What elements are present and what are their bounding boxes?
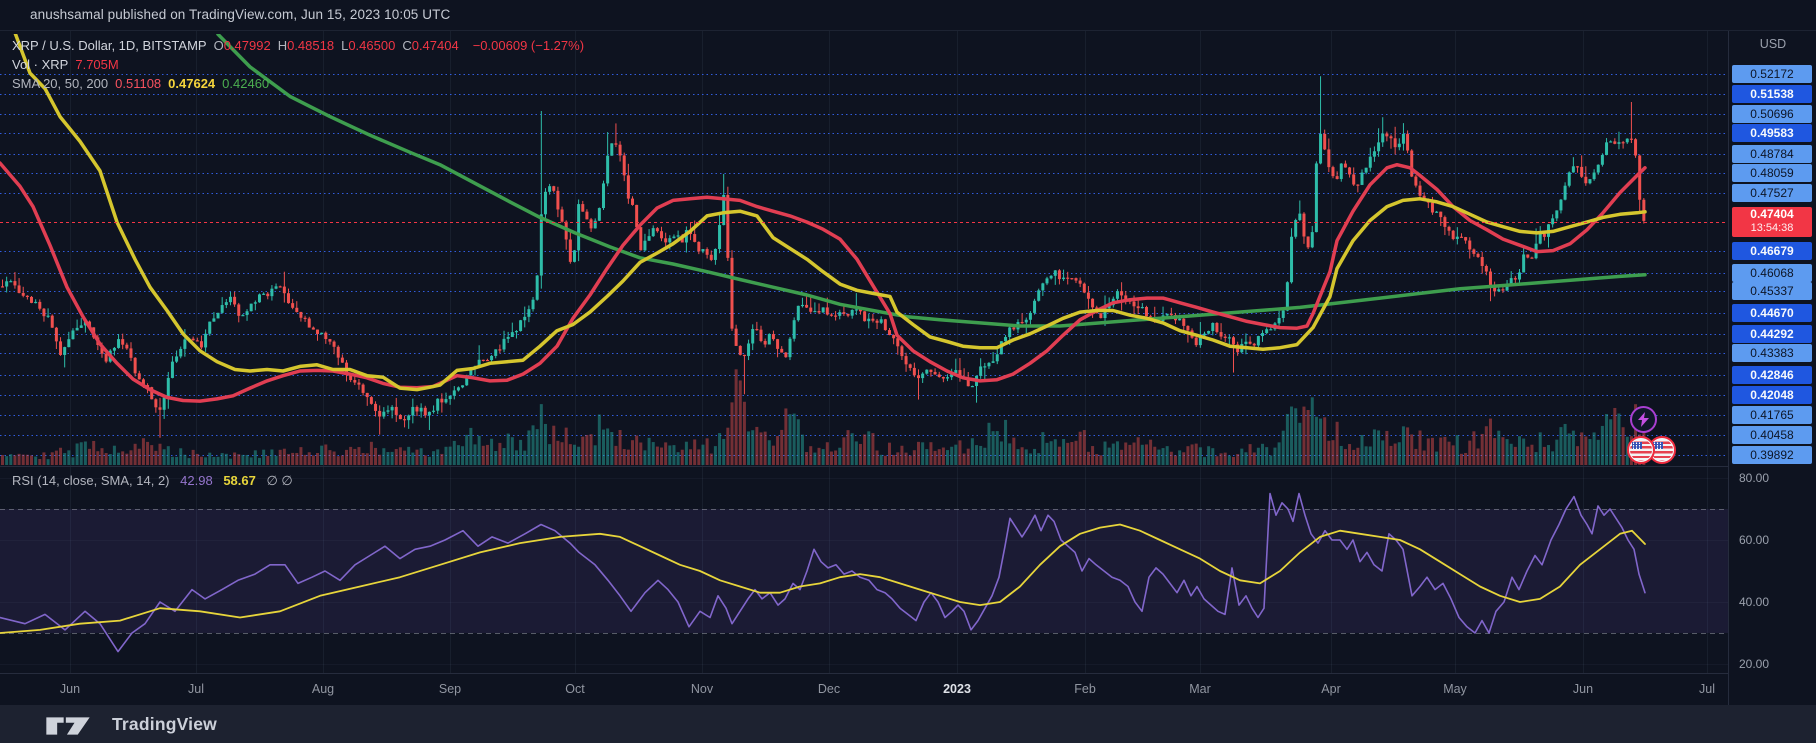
lightning-bolt-glyph bbox=[1637, 412, 1650, 427]
price-level-label: 0.48784 bbox=[1732, 145, 1812, 163]
candles bbox=[1, 76, 1645, 437]
time-axis-label: Jul bbox=[1699, 682, 1715, 696]
rsi-scale-label: 40.00 bbox=[1739, 594, 1809, 610]
price-level-label: 0.51538 bbox=[1732, 85, 1812, 103]
sma-value: 0.51108 bbox=[115, 76, 161, 91]
time-axis-label: 2023 bbox=[943, 682, 971, 696]
time-axis-label: Jun bbox=[60, 682, 80, 696]
current-price-label: 0.47404 13:54:38 bbox=[1732, 207, 1812, 237]
volume-bars bbox=[1, 369, 1645, 465]
rsi-sma-value: 58.67 bbox=[223, 473, 256, 488]
price-level-label: 0.44292 bbox=[1732, 325, 1812, 343]
rsi-scale-label: 80.00 bbox=[1739, 470, 1809, 486]
ohlc-values: O0.47992H0.48518L0.46500C0.47404 bbox=[214, 38, 466, 53]
price-level-label: 0.40458 bbox=[1732, 426, 1812, 444]
current-price-value: 0.47404 bbox=[1732, 207, 1812, 222]
price-level-label: 0.47527 bbox=[1732, 184, 1812, 202]
price-scale[interactable]: USD 0.521720.515380.506960.495830.487840… bbox=[1728, 31, 1816, 706]
price-level-label: 0.42048 bbox=[1732, 386, 1812, 404]
price-level-label: 0.43383 bbox=[1732, 344, 1812, 362]
price-level-label: 0.46068 bbox=[1732, 264, 1812, 282]
price-level-label: 0.44670 bbox=[1732, 304, 1812, 322]
change-value: −0.00609 (−1.27%) bbox=[473, 38, 584, 53]
rsi-legend-row: RSI (14, close, SMA, 14, 2) 42.98 58.67 … bbox=[12, 473, 300, 489]
symbol-title: XRP / U.S. Dollar, 1D, BITSTAMP bbox=[12, 38, 207, 53]
rsi-scale-label: 60.00 bbox=[1739, 532, 1809, 548]
ohlc-key: H bbox=[278, 38, 287, 53]
time-axis-label: Jul bbox=[188, 682, 204, 696]
time-axis-label: Oct bbox=[565, 682, 584, 696]
time-axis-label: Dec bbox=[818, 682, 840, 696]
price-level-label: 0.39892 bbox=[1732, 446, 1812, 464]
ohlc-value: 0.46500 bbox=[348, 38, 395, 53]
flag-canton bbox=[1632, 442, 1642, 449]
tradingview-published-chart: anushsamal published on TradingView.com,… bbox=[0, 0, 1816, 743]
candle-countdown: 13:54:38 bbox=[1732, 222, 1812, 237]
tradingview-brand-link[interactable]: TradingView bbox=[112, 714, 217, 735]
time-axis-label: Jun bbox=[1573, 682, 1593, 696]
time-axis-label: Apr bbox=[1321, 682, 1340, 696]
price-scale-currency: USD bbox=[1729, 37, 1816, 55]
time-axis-label: Nov bbox=[691, 682, 713, 696]
symbol-legend-row: XRP / U.S. Dollar, 1D, BITSTAMP O0.47992 H… bbox=[12, 38, 591, 53]
volume-label: Vol · XRP bbox=[12, 57, 68, 72]
ohlc-value: 0.48518 bbox=[287, 38, 334, 53]
sma-value: 0.47624 bbox=[168, 76, 215, 91]
ohlc-key: C bbox=[402, 38, 411, 53]
time-axis-label: Mar bbox=[1189, 682, 1211, 696]
rsi-label: RSI (14, close, SMA, 14, 2) bbox=[12, 473, 170, 488]
price-level-label: 0.49583 bbox=[1732, 124, 1812, 142]
volume-value: 7.705M bbox=[75, 57, 118, 72]
rsi-empty-values: ∅ ∅ bbox=[266, 473, 292, 488]
time-axis-label: Feb bbox=[1074, 682, 1096, 696]
time-axis[interactable]: Jun Jul Aug Sep Oct Nov Dec 2023 Feb Mar Apr May Jun… bbox=[0, 673, 1728, 707]
time-axis-label: Aug bbox=[312, 682, 334, 696]
ohlc-value: 0.47404 bbox=[412, 38, 459, 53]
event-us-flag-icon-1[interactable] bbox=[1627, 436, 1655, 464]
price-level-label: 0.52172 bbox=[1732, 65, 1812, 83]
price-level-label: 0.45337 bbox=[1732, 282, 1812, 300]
time-axis-label: May bbox=[1443, 682, 1467, 696]
chart-area[interactable]: XRP / U.S. Dollar, 1D, BITSTAMP O0.47992 H… bbox=[0, 30, 1816, 706]
sma-label: SMA 20, 50, 200 bbox=[12, 76, 108, 91]
sma-value: 0.42460 bbox=[222, 76, 269, 91]
price-level-label: 0.50696 bbox=[1732, 105, 1812, 123]
footer-bar: TradingView bbox=[0, 705, 1816, 743]
published-byline: anushsamal published on TradingView.com,… bbox=[30, 7, 450, 22]
event-lightning-icon[interactable] bbox=[1630, 406, 1657, 433]
rsi-value: 42.98 bbox=[180, 473, 213, 488]
price-chart-canvas[interactable] bbox=[0, 31, 1728, 706]
sma-legend-row: SMA 20, 50, 200 0.51108 0.47624 0.42460 bbox=[12, 76, 283, 91]
volume-legend-row: Vol · XRP 7.705M bbox=[12, 57, 126, 72]
tradingview-logo-icon[interactable] bbox=[36, 713, 100, 739]
time-axis-label: Sep bbox=[439, 682, 461, 696]
ohlc-key: O bbox=[214, 38, 224, 53]
price-level-label: 0.41765 bbox=[1732, 406, 1812, 424]
sma-values: 0.51108 0.47624 0.42460 bbox=[115, 76, 276, 91]
rsi-scale-label: 20.00 bbox=[1739, 656, 1809, 672]
price-level-label: 0.46679 bbox=[1732, 242, 1812, 260]
price-level-label: 0.48059 bbox=[1732, 164, 1812, 182]
ohlc-value: 0.47992 bbox=[224, 38, 271, 53]
price-level-label: 0.42846 bbox=[1732, 366, 1812, 384]
